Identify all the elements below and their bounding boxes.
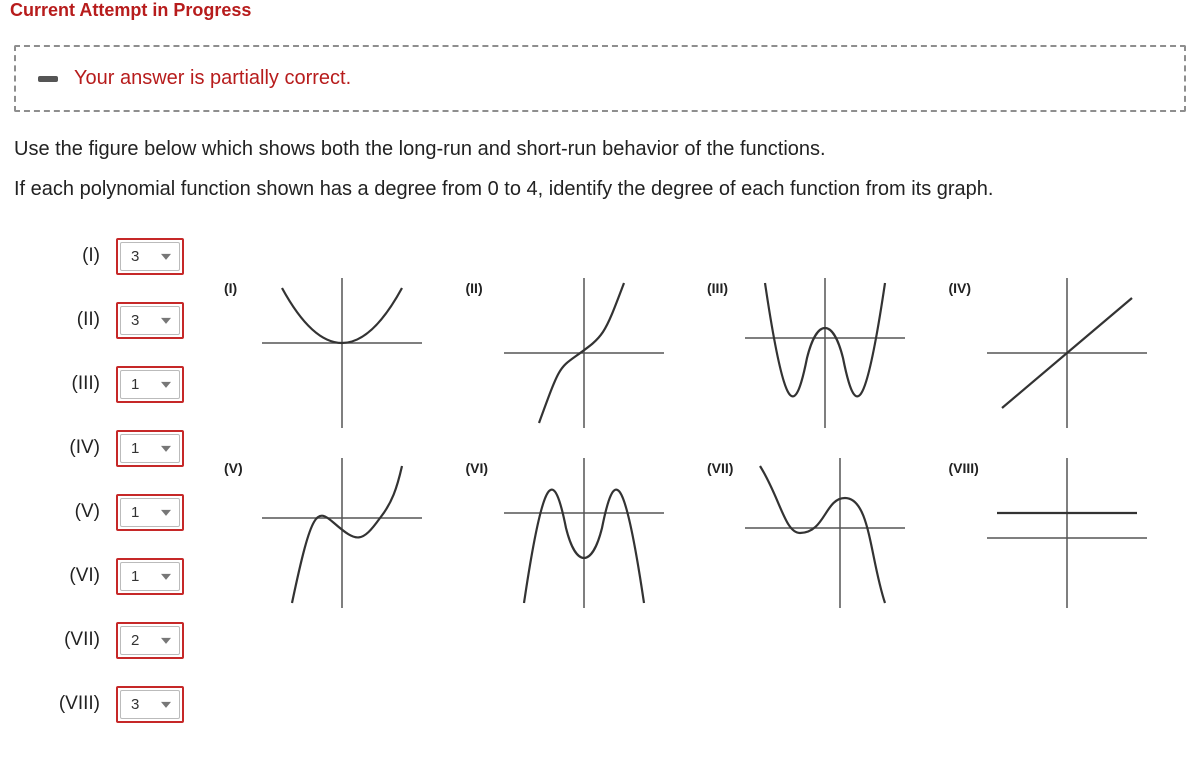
select-value: 1 xyxy=(120,562,180,591)
select-value: 3 xyxy=(120,306,180,335)
select-value: 2 xyxy=(120,626,180,655)
answer-label: (I) xyxy=(46,245,100,267)
degree-select-VII[interactable]: 2 xyxy=(116,622,184,659)
degree-select-IV[interactable]: 1 xyxy=(116,430,184,467)
degree-select-VI[interactable]: 1 xyxy=(116,558,184,595)
graph-icon-line xyxy=(987,278,1147,428)
select-value: 3 xyxy=(120,690,180,719)
graph-cell-III: (III) xyxy=(707,278,949,448)
select-value: 1 xyxy=(120,370,180,399)
graph-label: (I) xyxy=(224,280,256,296)
answer-row: (VI) 1 xyxy=(46,558,210,594)
answer-row: (IV) 1 xyxy=(46,430,210,466)
graph-label: (II) xyxy=(466,280,498,296)
graph-cell-II: (II) xyxy=(466,278,708,448)
feedback-message: Your answer is partially correct. xyxy=(74,67,351,90)
graph-cell-V: (V) xyxy=(224,458,466,628)
answer-label: (II) xyxy=(46,309,100,331)
answer-label: (III) xyxy=(46,373,100,395)
answer-row: (VII) 2 xyxy=(46,622,210,658)
answer-label: (VII) xyxy=(46,629,100,651)
graph-label: (III) xyxy=(707,280,739,296)
degree-select-I[interactable]: 3 xyxy=(116,238,184,275)
answer-row: (II) 3 xyxy=(46,302,210,338)
answer-label: (VIII) xyxy=(46,693,100,715)
graphs-grid: (I) (II) (III) xyxy=(210,238,1190,628)
page-title: Current Attempt in Progress xyxy=(10,0,1190,27)
answer-row: (VIII) 3 xyxy=(46,686,210,722)
answer-label: (VI) xyxy=(46,565,100,587)
answers-column: (I) 3 (II) 3 (III) 1 (IV) 1 (V) xyxy=(10,238,210,750)
graph-icon-parabola-down xyxy=(262,278,422,428)
graph-cell-I: (I) xyxy=(224,278,466,448)
graph-cell-VI: (VI) xyxy=(466,458,708,628)
prompt-line-2: If each polynomial function shown has a … xyxy=(14,174,1186,204)
minus-icon xyxy=(38,76,58,82)
answer-row: (III) 1 xyxy=(46,366,210,402)
degree-select-II[interactable]: 3 xyxy=(116,302,184,339)
answer-row: (V) 1 xyxy=(46,494,210,530)
answer-row: (I) 3 xyxy=(46,238,210,274)
graph-label: (V) xyxy=(224,460,256,476)
graph-icon-quartic-w xyxy=(745,278,905,428)
graph-icon-constant xyxy=(987,458,1147,608)
content-area: (I) 3 (II) 3 (III) 1 (IV) 1 (V) xyxy=(10,238,1190,750)
degree-select-VIII[interactable]: 3 xyxy=(116,686,184,723)
graph-cell-VII: (VII) xyxy=(707,458,949,628)
select-value: 1 xyxy=(120,498,180,527)
graph-label: (VII) xyxy=(707,460,739,476)
graph-icon-cubic-up xyxy=(504,278,664,428)
degree-select-V[interactable]: 1 xyxy=(116,494,184,531)
graph-label: (VIII) xyxy=(949,460,981,476)
answer-label: (IV) xyxy=(46,437,100,459)
feedback-banner: Your answer is partially correct. xyxy=(14,45,1186,112)
graph-icon-cubic-bump xyxy=(262,458,422,608)
answer-label: (V) xyxy=(46,501,100,523)
graph-icon-cubic-down xyxy=(745,458,905,608)
degree-select-III[interactable]: 1 xyxy=(116,366,184,403)
graph-cell-IV: (IV) xyxy=(949,278,1191,448)
graph-cell-VIII: (VIII) xyxy=(949,458,1191,628)
graph-icon-quartic-m xyxy=(504,458,664,608)
select-value: 1 xyxy=(120,434,180,463)
prompt-line-1: Use the figure below which shows both th… xyxy=(14,134,1186,164)
graph-label: (IV) xyxy=(949,280,981,296)
graph-label: (VI) xyxy=(466,460,498,476)
select-value: 3 xyxy=(120,242,180,271)
